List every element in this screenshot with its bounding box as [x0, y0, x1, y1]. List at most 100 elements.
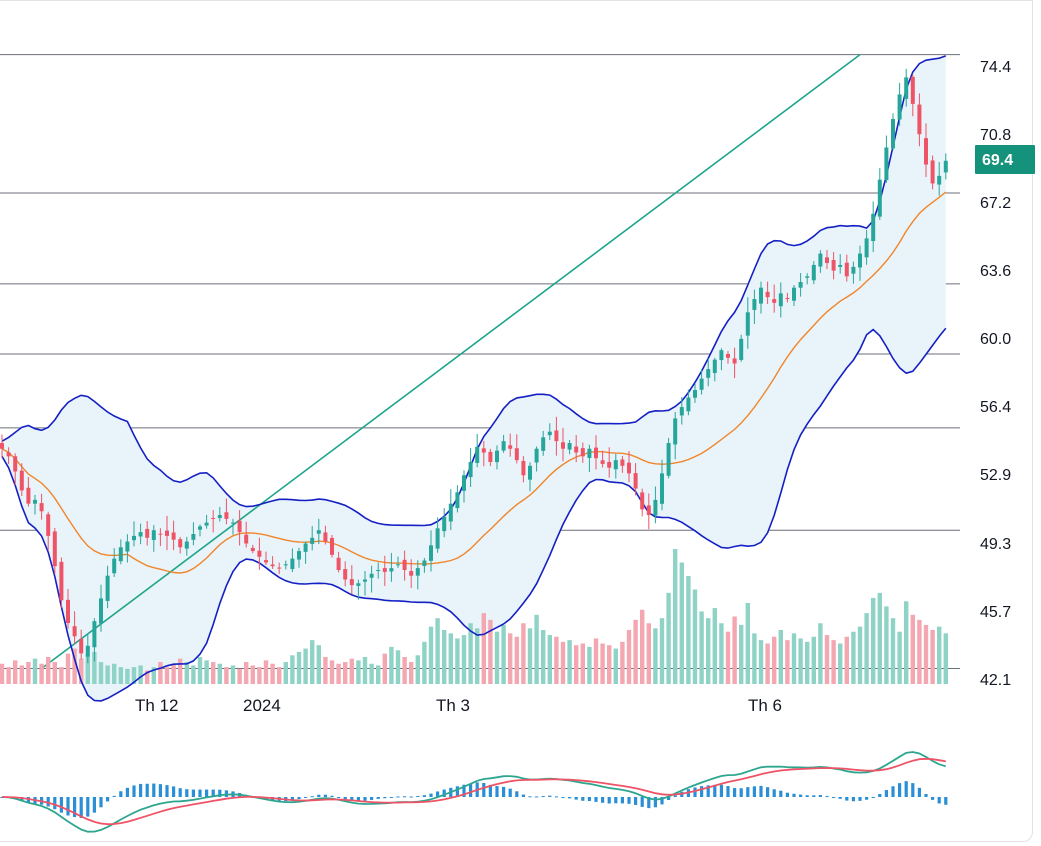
volume-bar — [593, 638, 599, 684]
stock-chart[interactable]: 74.4 70.8 67.2 63.6 60.0 56.4 52.9 49.3 … — [0, 0, 1041, 846]
candle-body — [211, 517, 216, 519]
volume-bar — [514, 636, 519, 684]
candle-body — [165, 530, 169, 536]
volume-bar — [910, 614, 915, 684]
volume-bar — [105, 665, 110, 684]
macd-histogram-bar — [634, 797, 638, 805]
volume-bar — [692, 589, 698, 684]
macd-histogram-bar — [389, 797, 393, 798]
volume-bar — [250, 665, 255, 684]
macd-histogram-bar — [561, 797, 565, 798]
candle-body — [244, 534, 249, 544]
volume-bar — [158, 662, 163, 684]
volume-bar — [897, 631, 902, 684]
candle-body — [897, 94, 902, 120]
candle-body — [283, 564, 288, 566]
macd-histogram-bar — [198, 789, 202, 797]
volume-bar — [422, 641, 427, 684]
macd-histogram-bar — [112, 795, 116, 797]
candle-body — [904, 77, 909, 99]
volume-bar — [224, 667, 229, 684]
signal-line — [1, 757, 946, 826]
volume-bar — [798, 638, 803, 684]
candle-body — [547, 431, 552, 436]
macd-histogram-bar — [845, 797, 849, 801]
candle-body — [686, 397, 691, 412]
macd-histogram-bar — [937, 797, 941, 804]
candle-body — [145, 528, 150, 538]
volume-bar — [191, 665, 196, 684]
candle-body — [415, 568, 420, 576]
macd-histogram-bar — [548, 795, 552, 797]
macd-histogram-bar — [132, 785, 136, 797]
macd-histogram-bar — [581, 797, 585, 801]
volume-bar — [343, 662, 348, 684]
volume-bar — [362, 657, 368, 684]
macd-histogram-bar — [158, 784, 162, 797]
candle-body — [924, 138, 928, 165]
macd-histogram-bar — [106, 797, 110, 802]
candle-body — [422, 560, 427, 567]
candle-body — [330, 537, 334, 555]
volume-bar — [811, 636, 816, 684]
macd-histogram-bar — [482, 782, 486, 797]
volume-bar — [758, 640, 764, 684]
macd-histogram-bar — [125, 787, 129, 797]
macd-histogram-bar — [152, 783, 156, 797]
macd-histogram-bar — [568, 797, 572, 799]
candle-body — [270, 564, 275, 567]
candle-body — [99, 598, 103, 624]
time-axis[interactable]: Th 12 2024 Th 3 Th 6 — [135, 696, 782, 715]
candle-body — [376, 570, 381, 571]
macd-histogram-bar — [627, 797, 631, 804]
candle-body — [831, 260, 836, 271]
candle-body — [402, 559, 407, 570]
candle-body — [66, 599, 70, 624]
macd-histogram-bar — [818, 795, 822, 797]
candle-body — [778, 293, 783, 307]
volume-bar — [65, 653, 71, 684]
volume-bar — [46, 657, 51, 684]
candle-body — [745, 312, 750, 336]
volume-bar — [415, 655, 420, 684]
macd-histogram-bar — [752, 786, 756, 797]
candle-body — [884, 147, 889, 181]
candle-body — [508, 445, 513, 449]
volume-bar — [640, 609, 645, 684]
candle-body — [224, 512, 229, 519]
volume-bar — [923, 624, 929, 684]
macd-histogram-bar — [337, 797, 341, 798]
volume-bar — [263, 660, 269, 684]
candle-body — [46, 514, 51, 536]
volume-bar — [607, 645, 612, 684]
candle-body — [303, 543, 308, 552]
macd-histogram-bar — [693, 787, 697, 797]
volume-bar — [567, 640, 572, 684]
volume-bar — [402, 657, 407, 684]
macd-histogram-bar — [416, 796, 420, 798]
candle-body — [541, 437, 546, 451]
candle-body — [231, 522, 235, 524]
volume-bar — [554, 636, 559, 684]
volume-bar — [277, 667, 282, 684]
volume-bar — [197, 657, 203, 684]
volume-bar — [547, 635, 552, 684]
volume-bar — [646, 623, 651, 684]
volume-bar — [481, 613, 486, 684]
macd-histogram-bar — [330, 795, 334, 797]
volume-bar — [501, 624, 506, 684]
volume-bar — [316, 645, 321, 684]
candle-body — [19, 470, 24, 491]
macd-histogram-bar — [805, 795, 809, 797]
candle-body — [600, 460, 605, 464]
volume-bar — [765, 643, 770, 684]
candle-body — [646, 505, 651, 516]
candle-body — [514, 448, 519, 461]
macd-histogram-bar — [508, 788, 512, 797]
volume-bar — [204, 660, 209, 684]
macd-histogram-bar — [601, 797, 605, 803]
macd-histogram-bar — [884, 790, 888, 797]
volume-bar — [613, 648, 618, 684]
candle-body — [640, 492, 645, 510]
volume-bar — [0, 663, 5, 684]
